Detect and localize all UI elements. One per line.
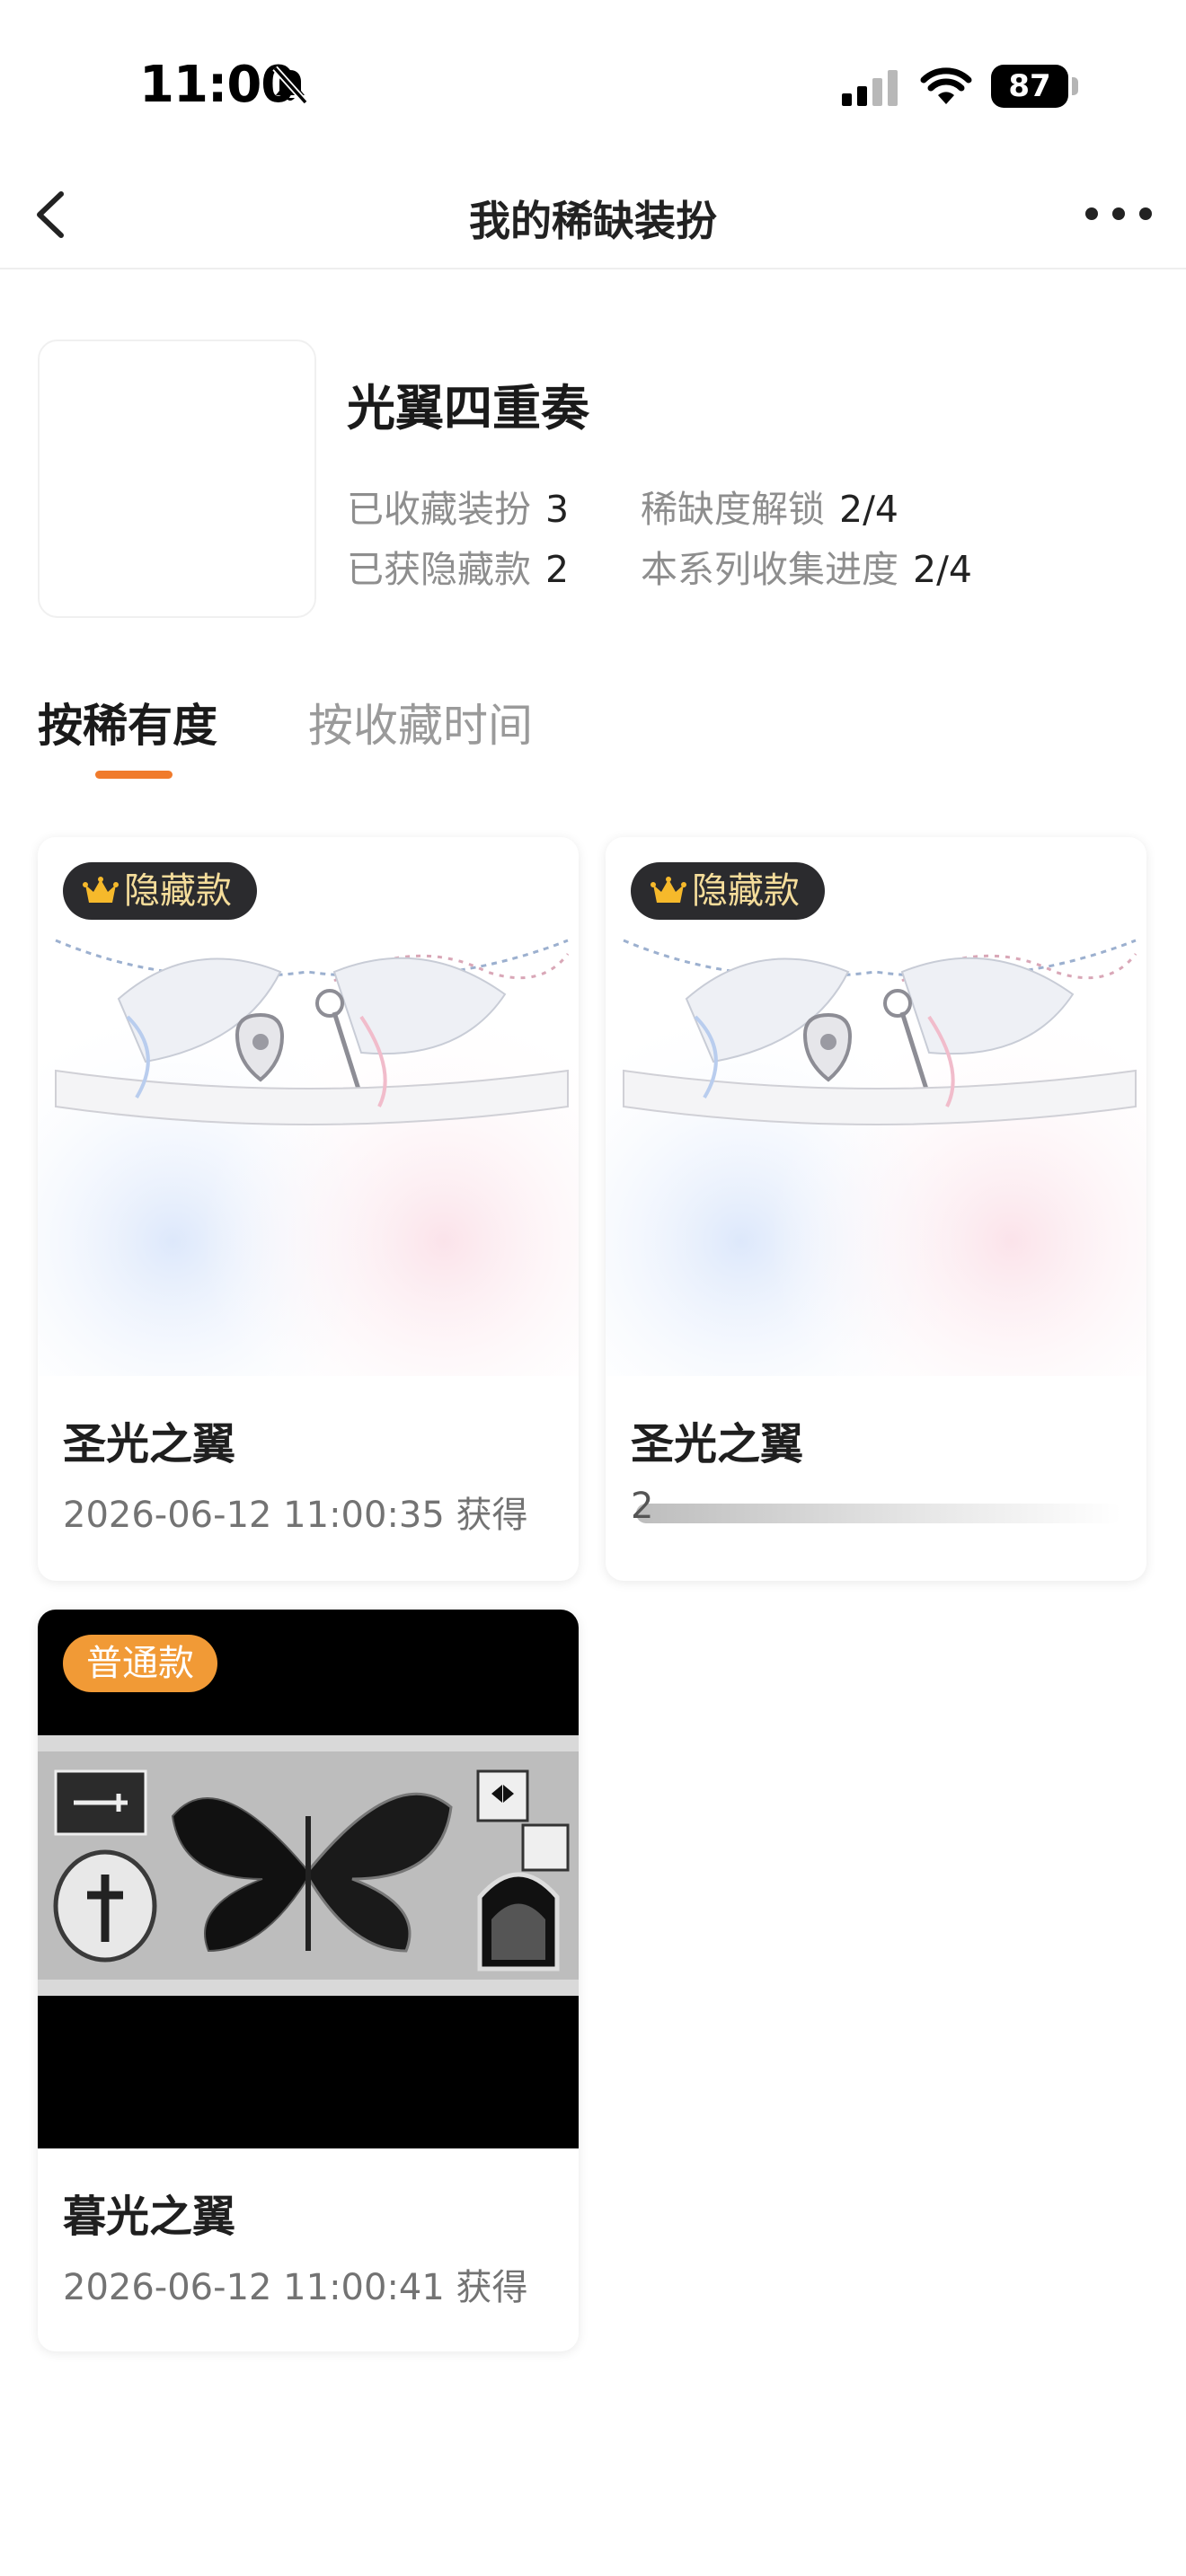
tab-active-indicator [95, 771, 173, 779]
series-thumbnail [38, 340, 316, 618]
stat-value: 2/4 [913, 548, 972, 591]
stat-label: 已收藏装扮 [347, 488, 531, 531]
wifi-icon [920, 67, 972, 104]
date-loading-placeholder [636, 1504, 1121, 1523]
stat-value: 2/4 [839, 488, 898, 531]
crown-icon [651, 877, 686, 903]
battery-cap [1072, 77, 1078, 95]
stat-value: 2 [545, 548, 570, 591]
crown-icon [83, 877, 119, 903]
stat-hidden-obtained: 已获隐藏款 2 [347, 539, 569, 593]
tab-by-collect-time[interactable]: 按收藏时间 [308, 690, 533, 754]
item-card[interactable]: 隐藏款 圣光之翼 2 [606, 837, 1146, 1581]
badge-label: 普通款 [86, 1643, 194, 1684]
battery-icon: 87 [991, 65, 1068, 108]
hidden-edition-badge: 隐藏款 [63, 862, 257, 920]
hidden-edition-badge: 隐藏款 [631, 862, 825, 920]
bell-slash-icon [272, 66, 308, 105]
item-acquired-date: 2026-06-12 11:00:35 获得 [63, 1495, 528, 1536]
item-acquired-date: 2026-06-12 11:00:41 获得 [63, 2267, 528, 2308]
stat-rarity-unlocked: 稀缺度解锁 2/4 [641, 479, 898, 533]
badge-label: 隐藏款 [692, 870, 800, 912]
series-name: 光翼四重奏 [347, 380, 589, 437]
status-bar: 11:00 87 [0, 0, 1186, 162]
cellular-signal-icon [842, 70, 898, 106]
item-title: 圣光之翼 [631, 1419, 804, 1469]
nav-bar: 我的稀缺装扮 [0, 162, 1186, 269]
stat-label: 本系列收集进度 [641, 548, 898, 591]
stat-value: 3 [545, 488, 570, 531]
item-title: 暮光之翼 [63, 2192, 236, 2242]
item-acquired-date: 2 [631, 1486, 654, 1527]
stat-label: 已获隐藏款 [347, 548, 531, 591]
stat-series-progress: 本系列收集进度 2/4 [641, 539, 972, 593]
item-title: 圣光之翼 [63, 1419, 236, 1469]
tab-by-rarity[interactable]: 按稀有度 [38, 690, 217, 754]
stat-label: 稀缺度解锁 [641, 488, 825, 531]
item-card[interactable]: 隐藏款 圣光之翼 2026-06-12 11:00:35 获得 [38, 837, 579, 1581]
normal-edition-badge: 普通款 [63, 1635, 217, 1692]
badge-label: 隐藏款 [124, 870, 232, 912]
page-title: 我的稀缺装扮 [469, 197, 717, 245]
stat-collected: 已收藏装扮 3 [347, 479, 569, 533]
item-card[interactable]: 普通款 暮光之翼 2026-06-12 11:00:41 获得 [38, 1610, 579, 2351]
more-icon[interactable] [1078, 196, 1159, 232]
